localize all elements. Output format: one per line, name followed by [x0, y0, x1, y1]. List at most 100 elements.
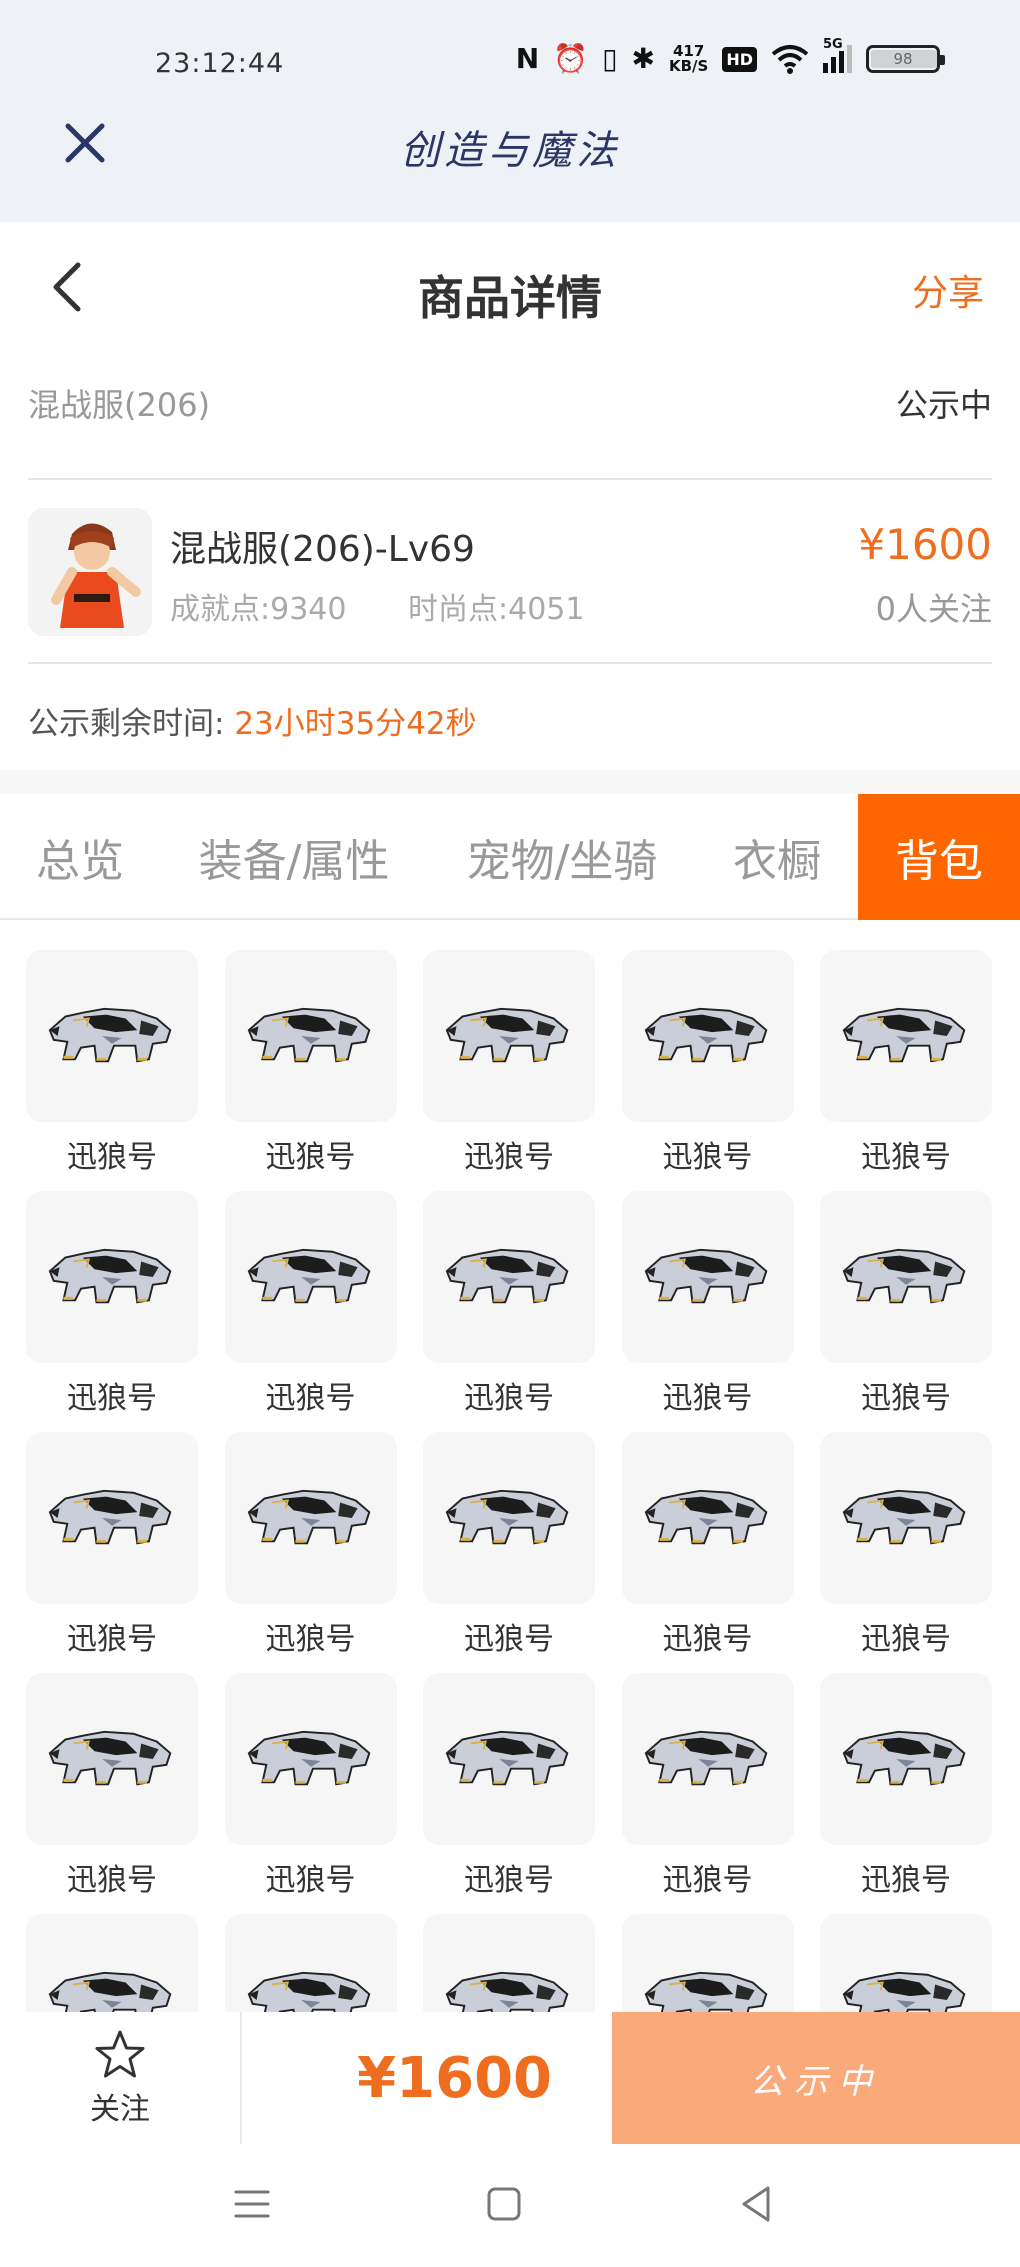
menu-icon[interactable] [222, 2174, 282, 2234]
tab-overview[interactable]: 总览 [0, 794, 160, 920]
publicity-countdown: 公示剩余时间: 23小时35分42秒 [28, 698, 477, 743]
backpack-item-label: 迅狼号 [265, 1863, 356, 1898]
wolf-mount-image [820, 1191, 992, 1363]
backpack-item[interactable]: 迅狼号 [224, 1432, 397, 1672]
wolf-mount-image [224, 1191, 397, 1363]
cell-signal-icon: 5G [823, 37, 852, 73]
backpack-item[interactable]: 迅狼号 [423, 1191, 595, 1431]
wolf-mount-image [423, 1673, 595, 1845]
backpack-item[interactable] [224, 1914, 397, 2012]
backpack-item-label: 迅狼号 [464, 1863, 554, 1898]
detail-tabs: 总览 装备/属性 宠物/坐骑 衣橱 背包 [0, 794, 1020, 920]
fashion-points: 时尚点:4051 [408, 592, 585, 627]
backpack-item[interactable]: 迅狼号 [224, 950, 397, 1190]
backpack-item[interactable]: 迅狼号 [26, 950, 198, 1190]
backpack-item[interactable]: 迅狼号 [820, 1432, 992, 1672]
backpack-item-label: 迅狼号 [861, 1381, 951, 1416]
wolf-mount-image [26, 1914, 198, 2012]
wolf-mount-image [621, 1432, 794, 1604]
wifi-icon [771, 45, 809, 74]
backpack-item[interactable]: 迅狼号 [621, 1191, 794, 1431]
wolf-mount-image [26, 1191, 198, 1363]
backpack-item-label: 迅狼号 [265, 1381, 356, 1416]
backpack-item-label: 迅狼号 [265, 1140, 356, 1175]
publicity-button[interactable]: 公示中 [612, 2012, 1020, 2144]
tab-pets-mounts[interactable]: 宠物/坐骑 [428, 794, 696, 920]
item-price: ¥1600 [858, 520, 992, 569]
backpack-item-label: 迅狼号 [67, 1863, 157, 1898]
wolf-mount-image [820, 1673, 992, 1845]
battery-level: 98 [893, 50, 913, 68]
vibrate-icon: ▯ [602, 42, 618, 75]
backpack-item[interactable]: 迅狼号 [224, 1673, 397, 1913]
star-icon [95, 2030, 145, 2078]
backpack-item[interactable]: 迅狼号 [621, 950, 794, 1190]
achievement-points: 成就点:9340 [170, 592, 347, 627]
backpack-item-label: 迅狼号 [662, 1381, 753, 1416]
follow-label: 关注 [90, 2092, 150, 2127]
wolf-mount-image [423, 950, 595, 1122]
backpack-item[interactable] [423, 1914, 595, 2012]
wolf-mount-image [423, 1432, 595, 1604]
tab-wardrobe[interactable]: 衣橱 [696, 794, 858, 920]
backpack-item[interactable]: 迅狼号 [423, 1673, 595, 1913]
wolf-mount-image [621, 1673, 794, 1845]
item-summary: 混战服(206)-Lv69 成就点:9340 时尚点:4051 ¥1600 0人… [28, 508, 992, 636]
status-icons: N ⏰ ▯ ✱ 417 KB/S HD 5G 98 [515, 37, 945, 75]
backpack-item-label: 迅狼号 [67, 1140, 157, 1175]
backpack-item[interactable] [26, 1914, 198, 2012]
backpack-item[interactable]: 迅狼号 [621, 1673, 794, 1913]
backpack-item[interactable]: 迅狼号 [423, 950, 595, 1190]
section-gap [0, 770, 1020, 794]
backpack-item[interactable]: 迅狼号 [423, 1432, 595, 1672]
wolf-mount-image [621, 1914, 794, 2012]
server-name: 混战服(206) [28, 386, 211, 424]
backpack-item-label: 迅狼号 [861, 1622, 951, 1657]
wolf-mount-image [224, 1432, 397, 1604]
wolf-mount-image [820, 1432, 992, 1604]
wolf-mount-image [621, 1191, 794, 1363]
backpack-item[interactable] [621, 1914, 794, 2012]
status-time: 23:12:44 [155, 48, 285, 79]
signal-type: 5G [823, 37, 843, 52]
server-status: 公示中 [895, 386, 992, 424]
countdown-value: 23小时35分42秒 [234, 706, 477, 742]
tab-equipment[interactable]: 装备/属性 [160, 794, 428, 920]
backpack-item[interactable]: 迅狼号 [820, 1673, 992, 1913]
countdown-label: 公示剩余时间: [28, 706, 225, 742]
backpack-item[interactable]: 迅狼号 [26, 1432, 198, 1672]
backpack-item[interactable]: 迅狼号 [26, 1191, 198, 1431]
backpack-item-label: 迅狼号 [265, 1622, 356, 1657]
item-title: 混战服(206)-Lv69 [170, 529, 475, 570]
home-icon[interactable] [474, 2174, 534, 2234]
wolf-mount-image [224, 1673, 397, 1845]
backpack-item-label: 迅狼号 [67, 1381, 157, 1416]
follow-button[interactable]: 关注 [0, 2012, 242, 2144]
tab-backpack[interactable]: 背包 [858, 794, 1020, 920]
backpack-item-label: 迅狼号 [662, 1863, 753, 1898]
page-title: 商品详情 [418, 271, 602, 325]
backpack-item[interactable]: 迅狼号 [621, 1432, 794, 1672]
back-nav-icon[interactable] [726, 2174, 786, 2234]
backpack-item[interactable]: 迅狼号 [26, 1673, 198, 1913]
app-title: 创造与魔法 [400, 128, 620, 174]
share-button[interactable]: 分享 [912, 264, 984, 316]
app-header-area: 23:12:44 N ⏰ ▯ ✱ 417 KB/S HD 5G 98 创造与魔法 [0, 0, 1020, 222]
alarm-icon: ⏰ [553, 42, 589, 75]
backpack-item[interactable]: 迅狼号 [224, 1191, 397, 1431]
wolf-mount-image [423, 1914, 595, 2012]
item-stats: 成就点:9340 时尚点:4051 [170, 584, 636, 628]
backpack-item[interactable]: 迅狼号 [820, 950, 992, 1190]
wolf-mount-image [820, 1914, 992, 2012]
follower-count: 0人关注 [875, 590, 992, 628]
nfc-icon: N [515, 42, 540, 75]
backpack-item-label: 迅狼号 [861, 1863, 951, 1898]
wolf-mount-image [26, 950, 198, 1122]
server-row: 混战服(206) 公示中 [28, 380, 992, 440]
backpack-item-label: 迅狼号 [662, 1140, 753, 1175]
backpack-item[interactable]: 迅狼号 [820, 1191, 992, 1431]
backpack-item-label: 迅狼号 [67, 1622, 157, 1657]
backpack-item[interactable] [820, 1914, 992, 2012]
bottom-action-bar: 关注 ¥1600 公示中 [0, 2012, 1020, 2144]
divider [28, 662, 992, 664]
